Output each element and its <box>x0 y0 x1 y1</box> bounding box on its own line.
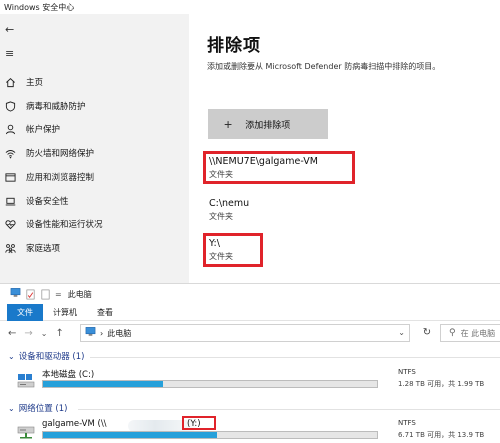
exclusion-type: 文件夹 <box>209 212 233 221</box>
computer-icon <box>10 287 21 301</box>
sidebar-item-label: 帐户保护 <box>26 125 61 135</box>
person-icon <box>0 124 26 135</box>
chevron-down-icon[interactable]: ⌄ <box>398 328 405 337</box>
sidebar-item-label: 病毒和威胁防护 <box>26 102 86 112</box>
drive-letter: (Y:) <box>187 419 201 429</box>
sidebar-item-home[interactable]: 主页 <box>0 72 189 92</box>
page-title: 排除项 <box>207 36 261 56</box>
drive-usage-bar <box>42 431 378 439</box>
exclusion-path: \\NEMU7E\galgame-VM <box>209 156 318 167</box>
plus-icon: + <box>224 116 233 132</box>
computer-icon <box>85 326 96 340</box>
add-exclusion-label: 添加排除项 <box>245 119 291 130</box>
app-browser-icon <box>0 172 26 183</box>
sidebar-item-device-performance[interactable]: 设备性能和运行状况 <box>0 214 189 234</box>
drive-item[interactable]: 本地磁盘 (C:) NTFS 1.28 TB 可用，共 1.99 TB <box>16 367 500 395</box>
chevron-down-icon: ⌄ <box>8 351 15 361</box>
drive-name: galgame-VM (\\ <box>42 419 107 429</box>
drive-filesystem: NTFS <box>398 419 416 427</box>
sidebar-item-label: 防火墙和网络保护 <box>26 149 95 159</box>
explorer-window-title: 此电脑 <box>67 289 92 299</box>
exclusions-page: 排除项 添加或删除要从 Microsoft Defender 防病毒扫描中排除的… <box>189 14 500 283</box>
home-icon <box>0 77 26 88</box>
refresh-button[interactable]: ↻ <box>418 324 436 342</box>
quick-access-dropdown[interactable]: = <box>55 290 62 299</box>
group-header-devices[interactable]: ⌄ 设备和驱动器 (1) <box>8 350 85 363</box>
breadcrumb[interactable]: 此电脑 <box>107 328 131 339</box>
ribbon-tabs: 文件 计算机 查看 <box>0 303 500 321</box>
tab-view[interactable]: 查看 <box>87 304 123 321</box>
drive-usage-fill <box>43 381 164 387</box>
group-divider <box>90 357 500 358</box>
search-input[interactable] <box>460 328 500 338</box>
sidebar-item-virus-protection[interactable]: 病毒和威胁防护 <box>0 96 189 116</box>
properties-icon[interactable] <box>25 289 36 300</box>
add-exclusion-button[interactable]: + 添加排除项 <box>208 109 328 139</box>
new-folder-icon[interactable] <box>40 289 51 300</box>
group-header-network[interactable]: ⌄ 网络位置 (1) <box>8 402 68 415</box>
tab-file[interactable]: 文件 <box>7 303 43 321</box>
group-title: 设备和驱动器 (1) <box>18 352 85 362</box>
forward-button[interactable]: → <box>24 328 32 339</box>
exclusion-type: 文件夹 <box>209 252 233 261</box>
address-row: ← → ⌄ ↑ › 此电脑 ⌄ ↻ ⚲ <box>0 321 500 345</box>
heart-icon <box>0 219 26 230</box>
sidebar-item-label: 家庭选项 <box>26 244 61 254</box>
exclusion-type: 文件夹 <box>209 170 233 179</box>
explorer-titlebar: = 此电脑 <box>0 284 500 304</box>
recent-locations-button[interactable]: ⌄ <box>41 329 48 338</box>
network-drive-icon <box>16 422 36 442</box>
search-icon: ⚲ <box>449 328 456 338</box>
family-icon <box>0 243 26 254</box>
local-disk-icon <box>16 371 36 391</box>
chevron-down-icon: ⌄ <box>8 403 15 413</box>
drive-name: 本地磁盘 (C:) <box>42 370 95 380</box>
drive-space: 6.71 TB 可用，共 13.9 TB <box>398 431 485 439</box>
security-sidebar: ← ≡ 主页 病毒和威胁防护 帐户保护 防火墙和网络保护 应用和浏览器控制 设备… <box>0 14 189 283</box>
sidebar-item-firewall[interactable]: 防火墙和网络保护 <box>0 143 189 163</box>
drive-filesystem: NTFS <box>398 368 416 376</box>
exclusion-path: Y:\ <box>209 238 220 249</box>
up-button[interactable]: ↑ <box>55 328 63 339</box>
search-box[interactable]: ⚲ <box>440 324 500 342</box>
page-description: 添加或删除要从 Microsoft Defender 防病毒扫描中排除的项目。 <box>207 62 441 71</box>
drive-name-prefix: galgame-VM (\\ <box>42 419 107 429</box>
group-divider <box>78 409 500 410</box>
shield-icon <box>0 100 26 112</box>
drive-usage-bar <box>42 380 378 388</box>
drive-usage-fill <box>43 432 217 438</box>
wifi-icon <box>0 148 26 159</box>
exclusion-item[interactable]: C:\nemu 文件夹 <box>209 198 249 222</box>
drive-item[interactable]: galgame-VM (\\ (Y:) NTFS 6.71 TB 可用，共 13… <box>16 416 500 443</box>
back-button[interactable]: ← <box>8 328 16 339</box>
sidebar-item-label: 主页 <box>26 78 44 88</box>
breadcrumb-separator: › <box>100 328 104 338</box>
security-window-title: Windows 安全中心 <box>4 3 75 12</box>
laptop-icon <box>0 196 26 207</box>
sidebar-item-label: 设备安全性 <box>26 197 69 207</box>
sidebar-item-device-security[interactable]: 设备安全性 <box>0 191 189 211</box>
address-bar[interactable]: › 此电脑 ⌄ <box>80 324 410 342</box>
exclusion-item[interactable]: \\NEMU7E\galgame-VM 文件夹 <box>209 156 318 180</box>
group-title: 网络位置 (1) <box>18 404 68 414</box>
sidebar-item-family-options[interactable]: 家庭选项 <box>0 238 189 258</box>
sidebar-item-account-protection[interactable]: 帐户保护 <box>0 119 189 139</box>
windows-security-window: Windows 安全中心 ← ≡ 主页 病毒和威胁防护 帐户保护 防火墙和网络保… <box>0 0 500 283</box>
sidebar-item-label: 应用和浏览器控制 <box>26 173 95 183</box>
hamburger-menu-button[interactable]: ≡ <box>5 48 14 59</box>
file-explorer-window: = 此电脑 文件 计算机 查看 ← → ⌄ ↑ › 此电脑 ⌄ ↻ ⚲ ⌄ 设备… <box>0 283 500 443</box>
security-titlebar: Windows 安全中心 <box>0 0 500 14</box>
sidebar-item-app-browser-control[interactable]: 应用和浏览器控制 <box>0 167 189 187</box>
exclusion-item[interactable]: Y:\ 文件夹 <box>209 238 233 262</box>
tab-computer[interactable]: 计算机 <box>43 304 87 321</box>
exclusion-path: C:\nemu <box>209 198 250 209</box>
sidebar-item-label: 设备性能和运行状况 <box>26 220 103 230</box>
drive-space: 1.28 TB 可用，共 1.99 TB <box>398 380 485 388</box>
back-button[interactable]: ← <box>5 24 14 35</box>
